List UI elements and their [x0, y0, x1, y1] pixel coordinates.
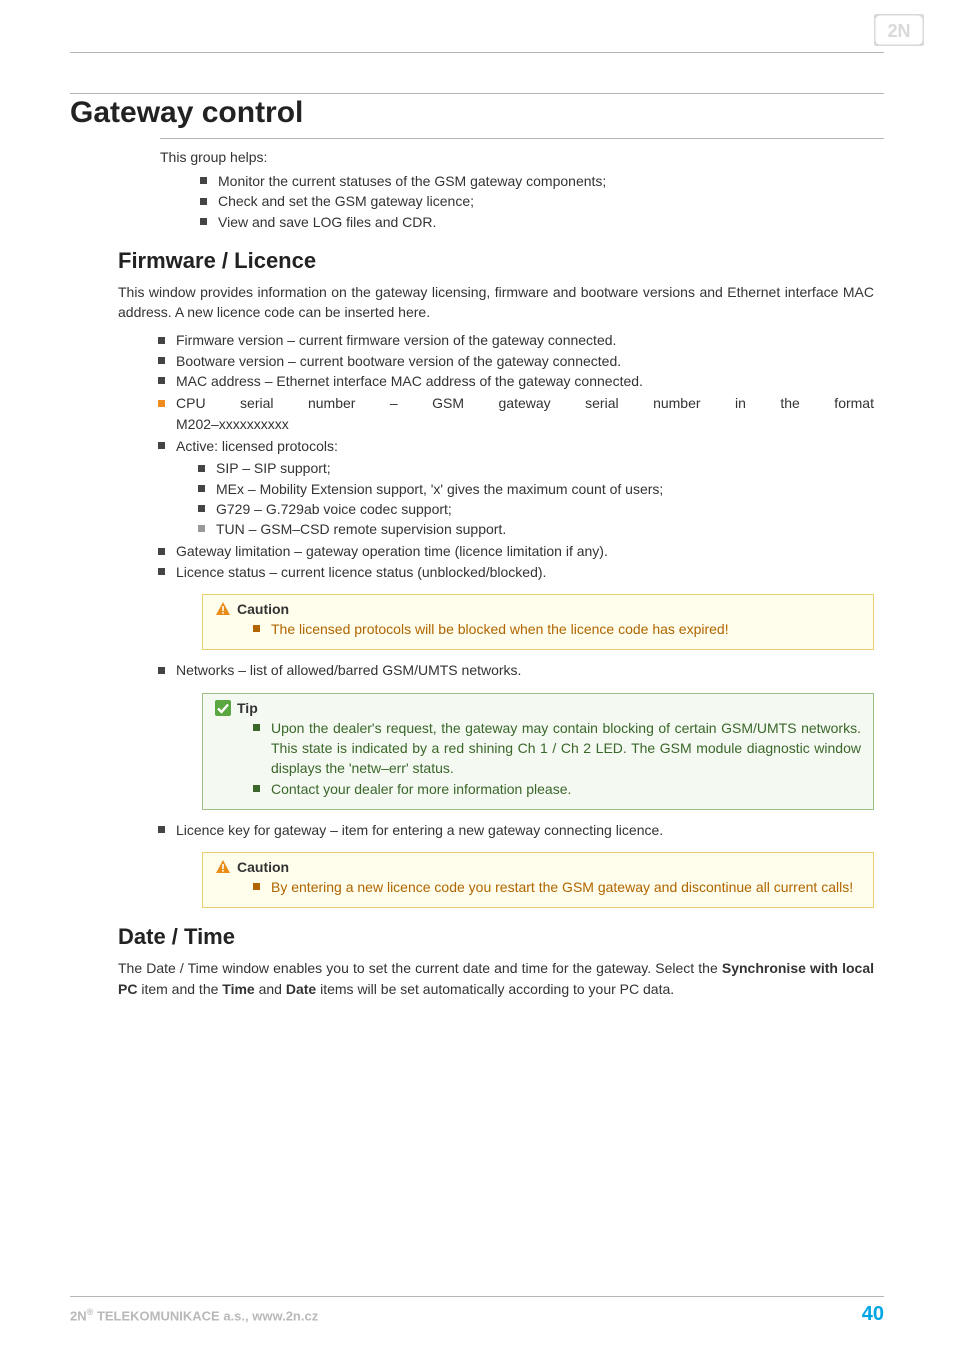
datetime-pre: The Date / Time window enables you to se…: [118, 960, 722, 976]
list-item: TUN – GSM–CSD remote supervision support…: [198, 519, 874, 539]
datetime-bold-2: Time: [222, 981, 254, 997]
caution-label-2: Caution: [237, 859, 289, 875]
active-protocols: Active: licensed protocols: SIP – SIP su…: [158, 436, 874, 539]
title-rule-top: [70, 93, 884, 94]
cpu-line-1: CPU serial number – GSM gateway serial n…: [176, 393, 874, 413]
page-footer: 2N® TELEKOMUNIKACE a.s., www.2n.cz 40: [70, 1296, 884, 1326]
page-number: 40: [862, 1303, 884, 1326]
list-item: Bootware version – current bootware vers…: [158, 351, 874, 371]
datetime-post: items will be set automatically accordin…: [316, 981, 674, 997]
list-item: Gateway limitation – gateway operation t…: [158, 541, 874, 561]
firmware-bullets: Firmware version – current firmware vers…: [158, 330, 874, 391]
caution-box-1: Caution The licensed protocols will be b…: [202, 594, 874, 650]
list-item: MEx – Mobility Extension support, 'x' gi…: [198, 479, 874, 499]
active-label: Active: licensed protocols:: [176, 438, 338, 454]
list-item: MAC address – Ethernet interface MAC add…: [158, 371, 874, 391]
caution-header: Caution: [215, 601, 861, 617]
datetime-bold-3: Date: [286, 981, 316, 997]
list-item: Monitor the current statuses of the GSM …: [200, 171, 874, 191]
list-item: Contact your dealer for more information…: [253, 779, 861, 799]
check-icon: [215, 700, 231, 716]
protocol-list: SIP – SIP support; MEx – Mobility Extens…: [198, 458, 874, 519]
list-item: Licence status – current licence status …: [158, 562, 874, 582]
firmware-bullets-2: Gateway limitation – gateway operation t…: [158, 541, 874, 582]
list-item: The licensed protocols will be blocked w…: [253, 619, 861, 639]
caution-list-2: By entering a new licence code you resta…: [253, 877, 861, 897]
svg-text:2N: 2N: [887, 21, 910, 41]
caution-label: Caution: [237, 601, 289, 617]
list-item: By entering a new licence code you resta…: [253, 877, 861, 897]
tip-list: Upon the dealer's request, the gateway m…: [253, 718, 861, 799]
header-divider: [70, 52, 884, 53]
caution-header-2: Caution: [215, 859, 861, 875]
footer-divider: [70, 1296, 884, 1297]
list-item: Licence key for gateway – item for enter…: [158, 820, 874, 840]
caution-list: The licensed protocols will be blocked w…: [253, 619, 861, 639]
tip-label: Tip: [237, 700, 258, 716]
page-title: Gateway control: [70, 96, 884, 130]
firmware-intro: This window provides information on the …: [118, 282, 874, 323]
footer-prefix: 2N: [70, 1308, 87, 1323]
datetime-para: The Date / Time window enables you to se…: [118, 958, 874, 999]
list-item: Upon the dealer's request, the gateway m…: [253, 718, 861, 779]
list-item: CPU serial number – GSM gateway serial n…: [158, 393, 874, 434]
datetime-mid-2: and: [255, 981, 286, 997]
list-item: View and save LOG files and CDR.: [200, 212, 874, 232]
intro-text: This group helps:: [160, 149, 884, 165]
caution-box-2: Caution By entering a new licence code y…: [202, 852, 874, 908]
protocol-grey: TUN – GSM–CSD remote supervision support…: [198, 519, 874, 539]
datetime-heading: Date / Time: [118, 924, 874, 950]
footer-company: 2N® TELEKOMUNIKACE a.s., www.2n.cz: [70, 1307, 318, 1323]
networks-bullet: Networks – list of allowed/barred GSM/UM…: [158, 660, 874, 680]
list-item: Firmware version – current firmware vers…: [158, 330, 874, 350]
brand-logo: 2N: [874, 14, 924, 51]
list-item: SIP – SIP support;: [198, 458, 874, 478]
list-item: G729 – G.729ab voice codec support;: [198, 499, 874, 519]
tip-box: Tip Upon the dealer's request, the gatew…: [202, 693, 874, 810]
list-item: Networks – list of allowed/barred GSM/UM…: [158, 660, 874, 680]
tip-header: Tip: [215, 700, 861, 716]
firmware-heading: Firmware / Licence: [118, 248, 874, 274]
licence-key-bullet: Licence key for gateway – item for enter…: [158, 820, 874, 840]
datetime-mid-1: item and the: [137, 981, 222, 997]
cpu-line-2: M202–xxxxxxxxxx: [176, 414, 874, 434]
title-rule-bottom: [160, 138, 884, 139]
warning-icon: [215, 601, 231, 617]
intro-bullet-list: Monitor the current statuses of the GSM …: [200, 171, 874, 232]
warning-icon: [215, 859, 231, 875]
firmware-cpu-bullet: CPU serial number – GSM gateway serial n…: [158, 393, 874, 434]
list-item: Active: licensed protocols: SIP – SIP su…: [158, 436, 874, 539]
footer-rest: TELEKOMUNIKACE a.s., www.2n.cz: [93, 1308, 318, 1323]
list-item: Check and set the GSM gateway licence;: [200, 191, 874, 211]
